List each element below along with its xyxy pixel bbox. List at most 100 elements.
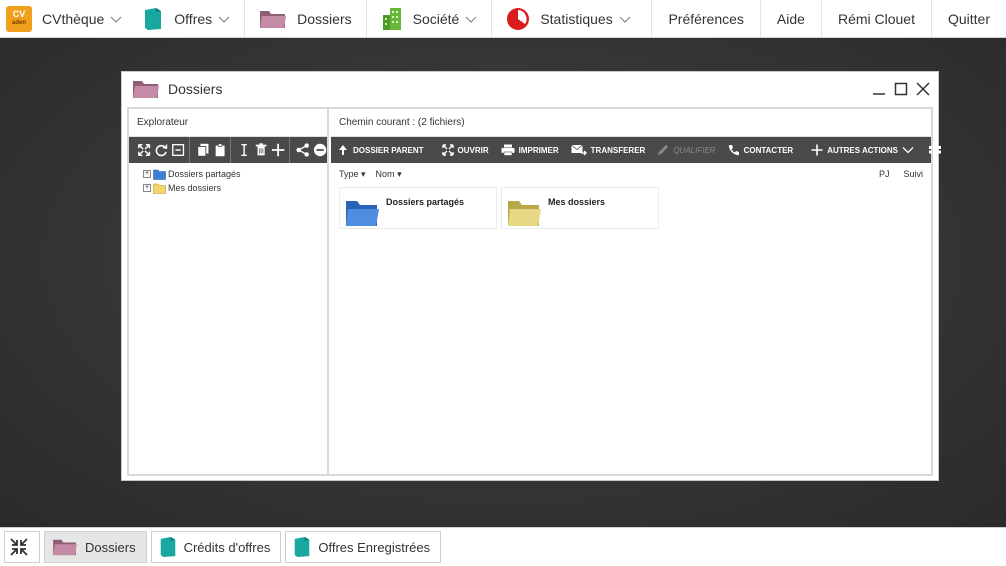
task-credits-offres[interactable]: Crédits d'offres [150,531,282,563]
taskbar: Dossiers Crédits d'offres Offres Enregis… [0,527,1006,566]
view-mode-button[interactable] [923,137,951,163]
close-icon [916,82,930,96]
nav-label-statistiques: Statistiques [540,10,613,27]
folder-icon [153,183,166,194]
grid-view-icon [929,146,942,154]
explorer-pane: Explorateur + Dossiers partagés + Mes do… [129,109,329,474]
task-label: Crédits d'offres [183,539,271,555]
toolbar-separator [288,137,290,163]
share-icon[interactable] [295,142,310,158]
qualify-button[interactable]: QUALIFIER [651,137,721,163]
maximize-button[interactable] [894,82,908,96]
minimize-button[interactable] [872,82,886,96]
dossiers-menu[interactable]: Dossiers [245,0,367,37]
toolbar-separator [188,137,190,163]
chevron-down-icon [465,16,477,23]
printer-icon [501,144,515,156]
chevron-down-icon [619,16,631,23]
aide-label: Aide [776,10,805,27]
logo-text-aden: aden [11,19,26,26]
dossiers-window: Dossiers Explorateur + Dossiers partagés… [121,71,942,481]
shared-folder-icon [153,169,166,180]
cvtheque-menu[interactable]: CV aden CVthèque [0,0,128,37]
add-icon[interactable] [271,142,285,158]
open-label: OUVRIR [457,145,489,155]
offres-menu[interactable]: Offres [128,0,246,37]
chevron-down-icon [902,147,914,154]
copy-icon[interactable] [196,142,210,158]
statistiques-menu[interactable]: Statistiques [492,0,644,37]
minimize-all-button[interactable] [4,531,40,563]
contact-button[interactable]: CONTACTER [722,137,800,163]
pie-chart-icon [507,7,530,30]
collapse-icon[interactable] [171,142,185,158]
chevron-down-icon [218,16,230,23]
window-controls [872,82,938,96]
nav-label-dossiers: Dossiers [297,10,352,27]
refresh-icon[interactable] [154,142,168,158]
tree-item-label: Mes dossiers [168,183,222,193]
paste-icon[interactable] [213,142,227,158]
nav-label-offres: Offres [174,10,213,27]
chevron-down-icon [110,16,122,23]
folder-tree: + Dossiers partagés + Mes dossiers [129,163,327,195]
nav-aide[interactable]: Aide [759,0,821,37]
trash-icon[interactable] [254,142,268,158]
tile-label: Dossiers partagés [386,197,465,207]
compress-icon [10,538,28,556]
tree-item-mes-dossiers[interactable]: + Mes dossiers [143,181,327,195]
nav-label-cvtheque: CVthèque [42,10,105,27]
nav-preferences[interactable]: Préférences [651,0,759,37]
nav-quitter[interactable]: Quitter [930,0,1006,37]
building-icon [382,7,401,30]
sort-type-button[interactable]: Type ▾ [339,169,366,180]
window-title: Dossiers [168,81,223,97]
column-pj-label[interactable]: PJ [879,169,890,179]
toolbar-separator [230,137,231,163]
phone-icon [728,145,739,156]
qualify-label: QUALIFIER [673,145,716,155]
more-actions-label: AUTRES ACTIONS [827,145,899,155]
open-button[interactable]: OUVRIR [436,137,495,163]
tile-mes-dossiers[interactable]: Mes dossiers [501,187,659,229]
expand-toggle-icon[interactable]: + [143,170,151,178]
expand-toggle-icon[interactable]: + [143,184,151,192]
expand-icon[interactable] [137,142,151,158]
folder-icon [133,81,159,98]
user-name-label: Rémi Clouet [837,10,915,27]
task-dossiers[interactable]: Dossiers [44,531,147,563]
societe-menu[interactable]: Société [367,0,493,37]
expand-icon [441,144,454,156]
parent-label: DOSSIER PARENT [353,145,424,155]
task-offres-enregistrees[interactable]: Offres Enregistrées [285,531,442,563]
more-actions-button[interactable]: AUTRES ACTIONS [805,137,920,163]
sort-name-button[interactable]: Nom ▾ [376,169,402,180]
minimize-icon [873,93,885,95]
preferences-label: Préférences [668,10,744,27]
print-button[interactable]: IMPRIMER [495,137,565,163]
column-name-label: Nom [375,168,395,179]
nav-user[interactable]: Rémi Clouet [820,0,931,37]
content-pane: Chemin courant : (2 fichiers) DOSSIER PA… [331,109,942,474]
parent-folder-button[interactable]: DOSSIER PARENT [331,137,430,163]
shared-folder-icon [346,201,379,226]
tile-dossiers-partages[interactable]: Dossiers partagés [339,187,497,229]
nav-label-societe: Société [412,10,460,27]
pencil-icon [658,145,669,155]
task-label: Offres Enregistrées [318,539,431,555]
transfer-button[interactable]: TRANSFERER [565,137,652,163]
close-button[interactable] [916,82,930,96]
task-label: Dossiers [85,539,136,555]
rename-icon[interactable] [237,142,251,158]
window-titlebar[interactable]: Dossiers [122,72,938,106]
current-path: Chemin courant : (2 fichiers) [331,109,931,137]
column-type-label: Type [339,168,359,179]
column-suivi-label[interactable]: Suivi [903,169,923,179]
folder-icon [260,10,287,28]
remove-icon[interactable] [313,142,327,158]
transfer-label: TRANSFERER [590,145,646,155]
tree-item-dossiers-partages[interactable]: + Dossiers partagés [143,167,327,181]
document-icon [160,537,175,557]
document-icon [145,7,162,30]
